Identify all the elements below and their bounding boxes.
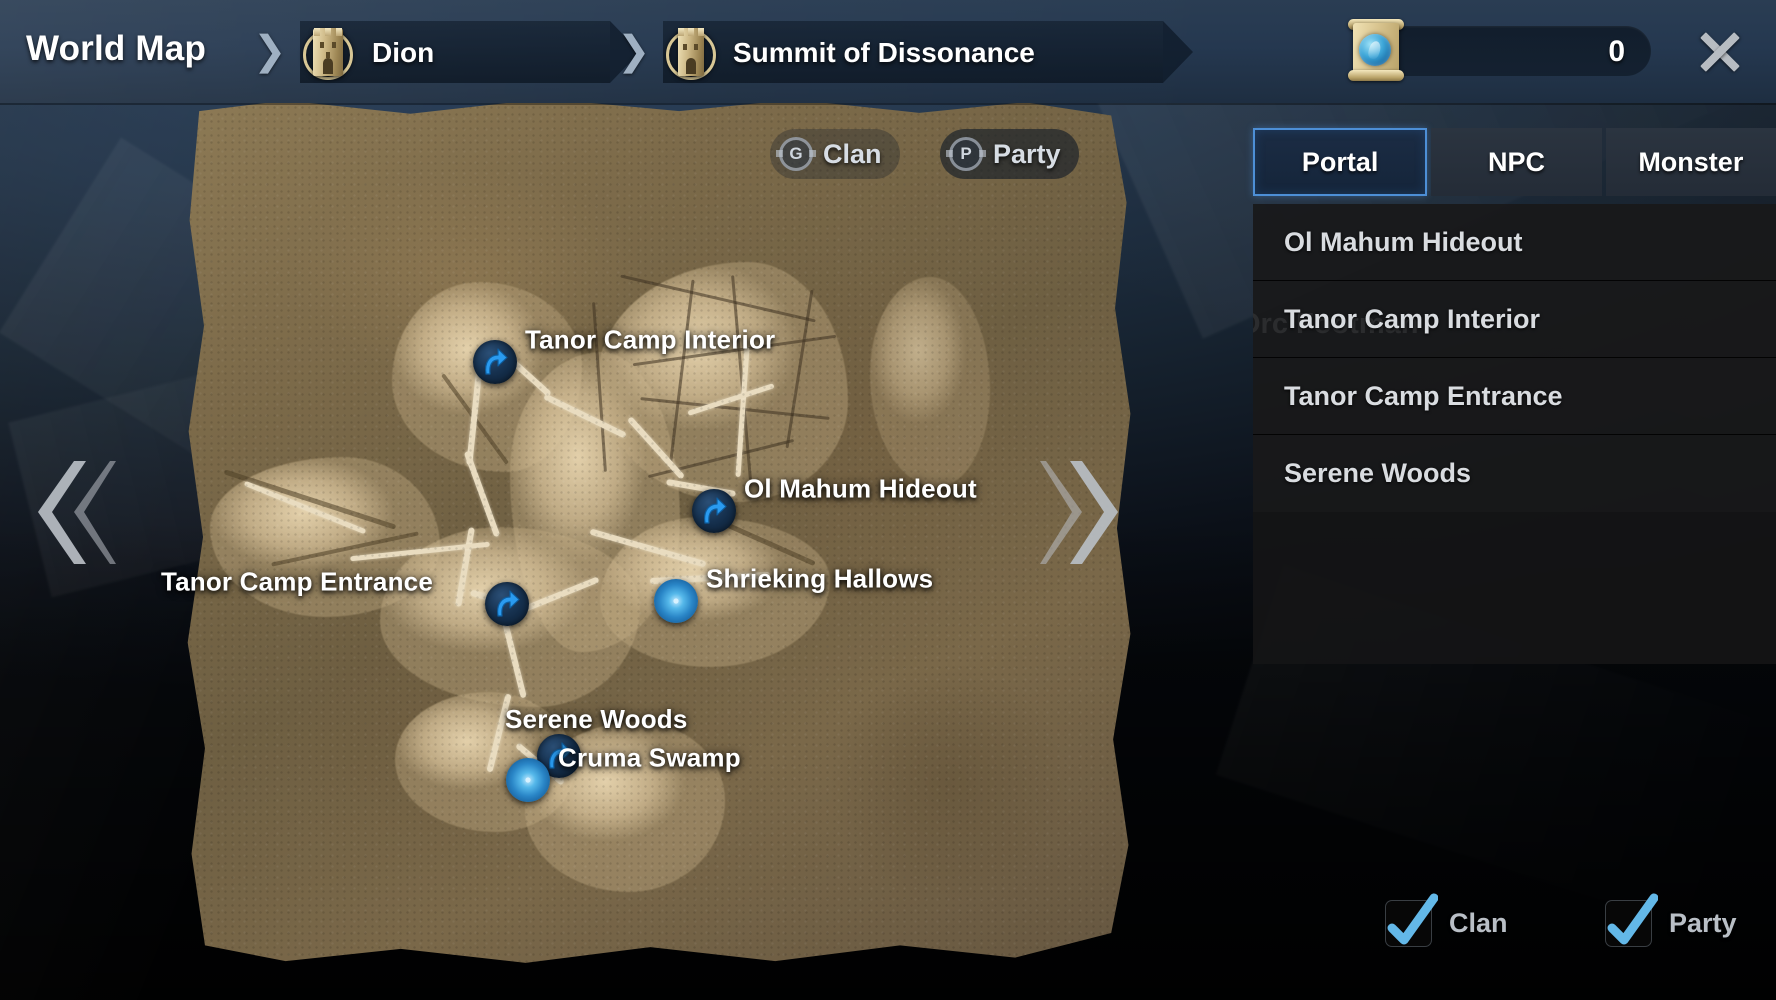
checkbox-clan[interactable]: Clan: [1385, 893, 1508, 947]
list-item[interactable]: Tanor Camp Interior: [1253, 281, 1776, 358]
panel-filters: Clan Party: [1253, 893, 1776, 958]
portal-arrow-icon: [485, 348, 508, 375]
check-icon: [1387, 893, 1438, 945]
scroll-icon: [1346, 17, 1408, 83]
portal-arrow-icon: [704, 497, 727, 524]
breadcrumb-label-dion[interactable]: Dion: [372, 37, 434, 69]
map-marker-label: Ol Mahum Hideout: [744, 473, 977, 504]
portal-arrow-icon: [497, 590, 520, 617]
vortex-marker-icon[interactable]: [506, 758, 550, 802]
vortex-icon: [512, 764, 544, 796]
prev-region-icon[interactable]: [28, 455, 116, 575]
currency-value: 0: [1608, 35, 1625, 68]
page-title: World Map: [26, 29, 207, 68]
map-filter-pills: G Clan P Party: [770, 129, 1090, 179]
clan-badge-icon: G: [776, 137, 816, 171]
list-item-label: Tanor Camp Interior: [1284, 303, 1541, 334]
next-region-icon[interactable]: [1040, 455, 1128, 575]
window-header: World Map ❯ Dion ❯ Summit of Dissonance: [0, 0, 1776, 103]
map-marker-label: Serene Woods: [505, 704, 688, 734]
list-item-label: Ol Mahum Hideout: [1284, 226, 1523, 257]
tower-icon: [663, 20, 719, 84]
portal-marker-icon[interactable]: [692, 489, 736, 533]
list-item[interactable]: Serene Woods: [1253, 435, 1776, 512]
portal-list-rows: Ol Mahum Hideout Tanor Camp Interior Tanor…: [1253, 204, 1776, 512]
currency-display: 0: [1381, 26, 1651, 76]
breadcrumb-chevron-1: ❯: [253, 28, 287, 74]
checkbox-clan-label: Clan: [1449, 908, 1508, 938]
checkbox-party[interactable]: Party: [1605, 893, 1737, 947]
map-marker-label: Shrieking Hallows: [706, 563, 934, 594]
list-item-label: Serene Woods: [1284, 458, 1472, 488]
tab-label: Monster: [1638, 146, 1744, 177]
close-icon[interactable]: [1690, 21, 1750, 81]
world-map-canvas[interactable]: Tanor Camp Interior Ol Mahum Hideout Tanor…: [161, 97, 1140, 977]
tab-label: NPC: [1487, 146, 1545, 177]
breadcrumb-label-summit[interactable]: Summit of Dissonance: [733, 37, 1035, 69]
list-item[interactable]: Ol Mahum Hideout: [1253, 204, 1776, 281]
panel-tabs: Portal NPC Monster: [1253, 128, 1776, 196]
pill-clan-label: Clan: [823, 138, 882, 169]
party-badge-icon: P: [946, 137, 986, 171]
pill-clan[interactable]: G Clan: [770, 129, 900, 179]
checkbox-clan-box[interactable]: [1385, 893, 1438, 947]
portal-marker-icon[interactable]: [473, 340, 517, 384]
portal-marker-icon[interactable]: [485, 582, 529, 626]
list-item[interactable]: Tanor Camp Entrance: [1253, 358, 1776, 435]
tab-npc[interactable]: NPC: [1431, 128, 1602, 196]
map-marker-label: Tanor Camp Interior: [525, 324, 776, 355]
list-item-label: Tanor Camp Entrance: [1284, 380, 1563, 411]
map-parchment: [187, 98, 1131, 963]
vortex-marker-icon[interactable]: [654, 579, 698, 623]
map-marker-label: Cruma Swamp: [558, 742, 741, 773]
portal-list[interactable]: Orc Footman Ol Mahum Hideout Tanor Camp I…: [1253, 204, 1776, 664]
castle-icon: [300, 20, 356, 84]
pill-party[interactable]: P Party: [940, 129, 1079, 179]
tab-portal[interactable]: Portal: [1253, 128, 1428, 196]
vortex-icon: [660, 585, 692, 617]
breadcrumb-chevron-2: ❯: [617, 28, 651, 74]
checkbox-party-box[interactable]: [1605, 893, 1658, 947]
map-marker-label: Tanor Camp Entrance: [160, 566, 433, 597]
checkbox-party-label: Party: [1669, 908, 1737, 938]
location-side-panel: Portal NPC Monster Orc Footman Ol Mahum Hi…: [1253, 103, 1776, 1000]
tab-monster[interactable]: Monster: [1605, 128, 1776, 196]
check-icon: [1607, 893, 1658, 945]
tab-label: Portal: [1301, 146, 1379, 177]
pill-party-label: Party: [993, 138, 1061, 169]
